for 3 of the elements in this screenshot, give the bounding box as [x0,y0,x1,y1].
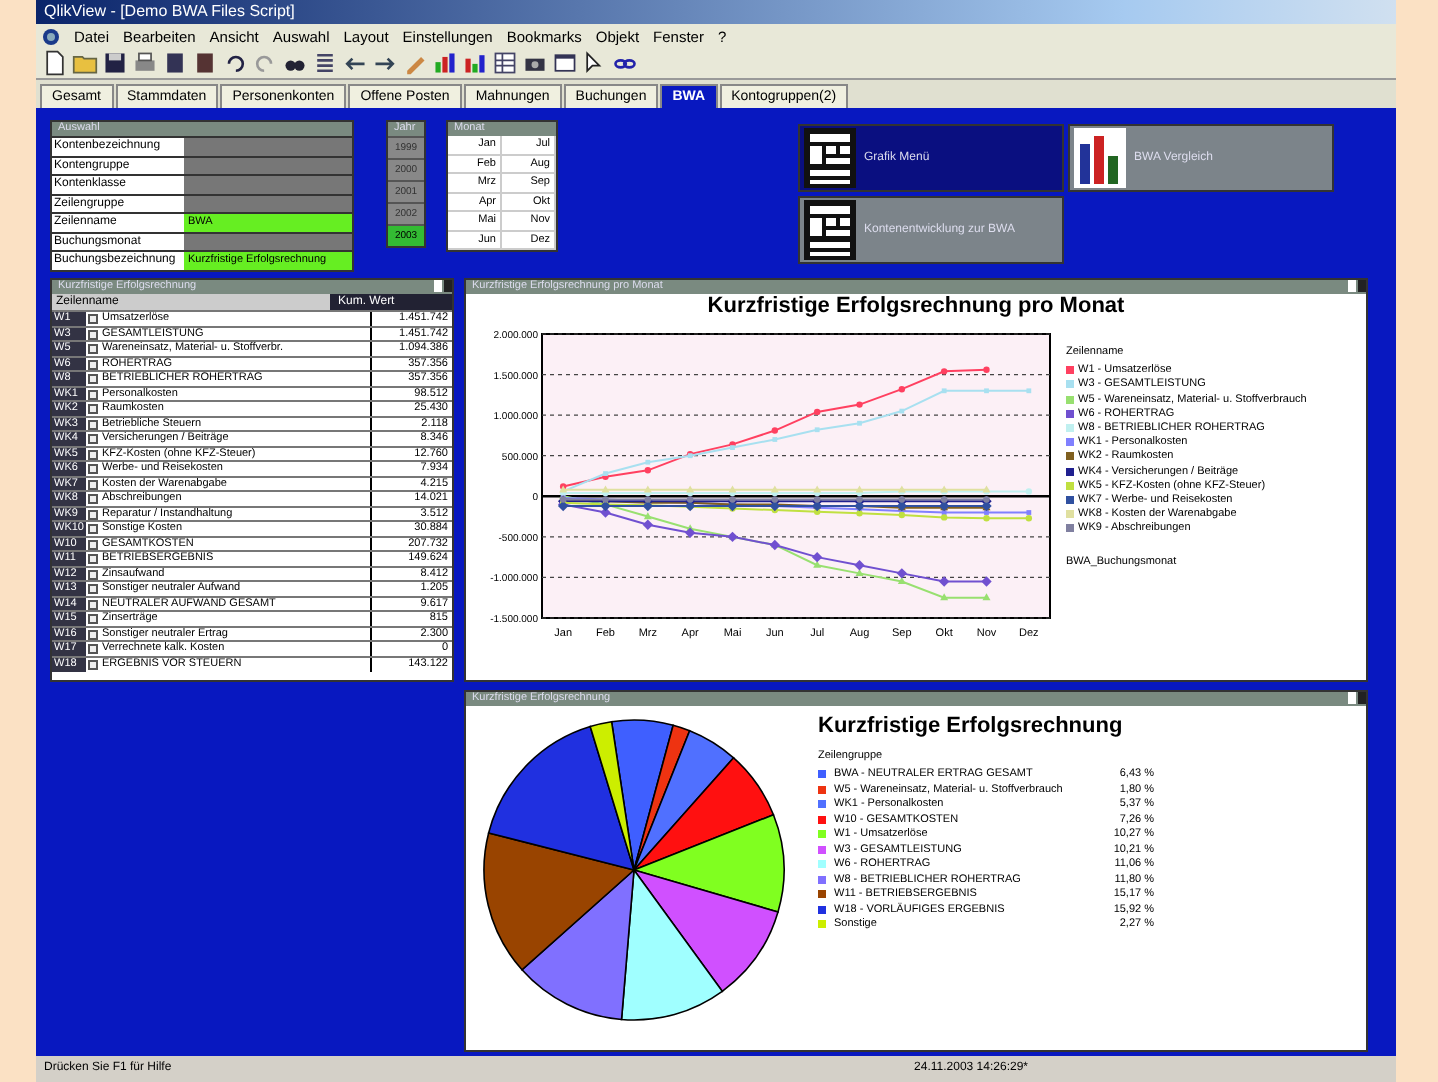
chart-title: Kurzfristige Erfolgsrechnung pro Monat [705,294,1127,318]
chart-title: Kurzfristige Erfolgsrechnung [818,714,1125,738]
window-title: QlikView - [Demo BWA Files Script] [44,0,295,24]
